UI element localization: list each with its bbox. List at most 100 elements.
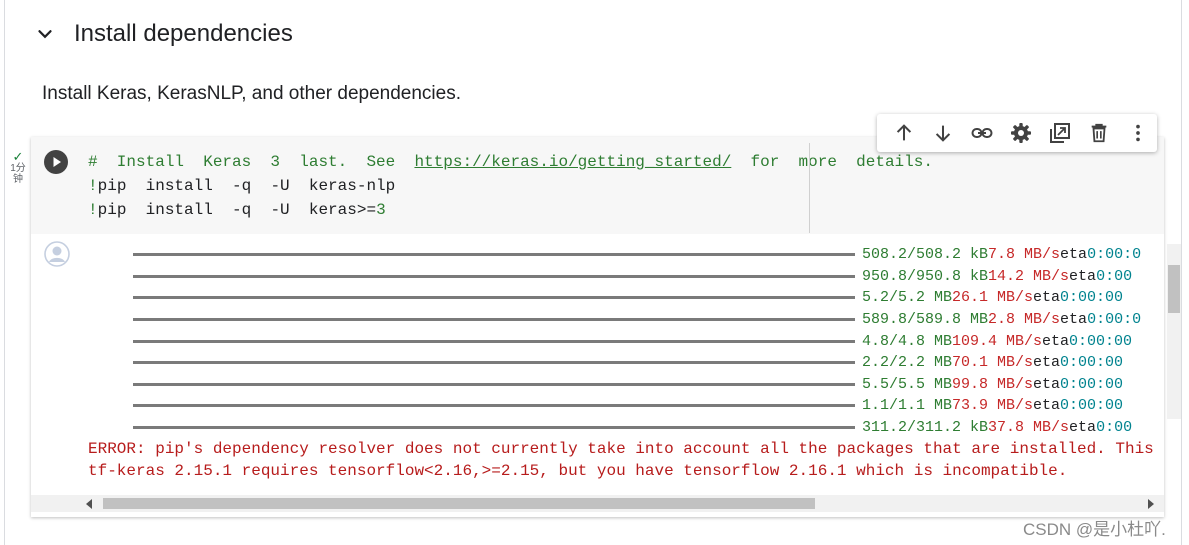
code-cell[interactable]: # Install Keras 3 last. See https://kera…	[31, 137, 1164, 517]
vertical-scroll-thumb[interactable]	[1168, 265, 1180, 313]
trash-icon	[1091, 123, 1107, 143]
mirror-cell-icon	[1049, 123, 1070, 143]
progress-bar	[133, 296, 855, 300]
eta-label: eta	[1060, 246, 1088, 264]
download-size: 2.2/2.2 MB	[862, 354, 953, 372]
progress-row: 311.2/311.2 kB 37.8 MB/s eta 0:00	[133, 417, 1141, 439]
check-icon: ✓	[12, 149, 24, 164]
execution-status: ✓ 1分 钟	[7, 150, 29, 185]
eta-time: 0:00:00	[1060, 375, 1124, 393]
progress-row: 508.2/508.2 kB 7.8 MB/s eta 0:00:0	[133, 244, 1141, 266]
eta-label: eta	[1042, 332, 1070, 350]
gear-icon	[1011, 123, 1031, 143]
code-number: 3	[376, 201, 386, 219]
eta-label: eta	[1069, 267, 1097, 285]
move-down-button[interactable]	[924, 114, 963, 152]
exec-time-line2: 钟	[13, 174, 23, 185]
cell-toolbar	[877, 114, 1157, 152]
mirror-cell-button[interactable]	[1040, 114, 1079, 152]
code-line-2: pip install -q -U keras-nlp	[97, 177, 396, 195]
arrow-up-icon	[897, 124, 912, 141]
exec-time-line1: 1分	[10, 163, 26, 174]
code-text[interactable]: # Install Keras 3 last. See https://kera…	[88, 150, 933, 222]
download-size: 4.8/4.8 MB	[862, 332, 953, 350]
download-rate: 73.9 MB/s	[952, 397, 1034, 415]
scroll-left-icon[interactable]	[86, 499, 92, 509]
download-rate: 14.2 MB/s	[988, 267, 1070, 285]
progress-row: 589.8/589.8 MB 2.8 MB/s eta 0:00:0	[133, 309, 1141, 331]
eta-time: 0:00	[1096, 267, 1133, 285]
csdn-watermark: CSDN @是小杜吖.	[1023, 520, 1166, 539]
download-size: 5.5/5.5 MB	[862, 375, 953, 393]
progress-bar	[133, 361, 855, 365]
more-actions-button[interactable]	[1118, 114, 1157, 152]
delete-button[interactable]	[1079, 114, 1118, 152]
progress-row: 5.2/5.2 MB 26.1 MB/s eta 0:00:00	[133, 287, 1141, 309]
progress-list: 508.2/508.2 kB 7.8 MB/s eta 0:00:0 950.8/…	[133, 244, 1141, 438]
download-rate: 7.8 MB/s	[988, 246, 1061, 264]
download-rate: 99.8 MB/s	[952, 375, 1034, 393]
download-size: 5.2/5.2 MB	[862, 289, 953, 307]
eta-label: eta	[1060, 311, 1088, 329]
move-up-button[interactable]	[885, 114, 924, 152]
copy-link-button[interactable]	[963, 114, 1002, 152]
error-line-2: tf-keras 2.15.1 requires tensorflow<2.16…	[88, 462, 1068, 480]
scroll-right-icon[interactable]	[1148, 499, 1154, 509]
progress-row: 950.8/950.8 kB 14.2 MB/s eta 0:00	[133, 266, 1141, 288]
section-header: Install dependencies	[34, 20, 293, 48]
code-line-3: pip install -q -U keras>=	[97, 201, 377, 219]
section-description: Install Keras, KerasNLP, and other depen…	[42, 83, 461, 104]
eta-time: 0:00:0	[1087, 246, 1142, 264]
progress-bar	[133, 404, 855, 408]
run-button[interactable]	[44, 150, 68, 174]
horizontal-scroll-thumb[interactable]	[103, 498, 815, 509]
cell-output: 508.2/508.2 kB 7.8 MB/s eta 0:00:0 950.8/…	[31, 234, 1164, 517]
eta-time: 0:00	[1096, 419, 1133, 437]
eta-label: eta	[1033, 375, 1061, 393]
eta-label: eta	[1069, 419, 1097, 437]
arrow-down-icon	[936, 125, 951, 142]
download-rate: 2.8 MB/s	[988, 311, 1061, 329]
progress-bar	[133, 274, 855, 278]
download-size: 1.1/1.1 MB	[862, 397, 953, 415]
section-title: Install dependencies	[74, 20, 293, 47]
download-size: 508.2/508.2 kB	[862, 246, 989, 264]
output-avatar-icon[interactable]	[44, 241, 70, 267]
eta-time: 0:00:00	[1060, 397, 1124, 415]
download-rate: 26.1 MB/s	[952, 289, 1034, 307]
eta-label: eta	[1033, 289, 1061, 307]
progress-bar	[133, 339, 855, 343]
more-vert-icon	[1135, 124, 1140, 142]
error-output: ERROR: pip's dependency resolver does no…	[88, 438, 1164, 482]
progress-row: 4.8/4.8 MB 109.4 MB/s eta 0:00:00	[133, 330, 1141, 352]
ruler-line	[809, 143, 810, 233]
chevron-down-icon[interactable]	[34, 23, 56, 45]
progress-row: 5.5/5.5 MB 99.8 MB/s eta 0:00:00	[133, 374, 1141, 396]
download-size: 950.8/950.8 kB	[862, 267, 989, 285]
progress-bar	[133, 382, 855, 386]
horizontal-scrollbar[interactable]	[31, 495, 1164, 512]
eta-time: 0:00:0	[1087, 311, 1142, 329]
play-icon	[53, 157, 61, 167]
download-rate: 70.1 MB/s	[952, 354, 1034, 372]
code-comment-start: # Install Keras 3 last. See	[88, 153, 415, 171]
eta-time: 0:00:00	[1060, 354, 1124, 372]
progress-bar	[133, 318, 855, 322]
docs-link[interactable]: https://keras.io/getting_started/	[414, 153, 731, 171]
progress-bar	[133, 426, 855, 430]
download-rate: 37.8 MB/s	[988, 419, 1070, 437]
progress-row: 1.1/1.1 MB 73.9 MB/s eta 0:00:00	[133, 395, 1141, 417]
shell-bang: !	[88, 201, 98, 219]
eta-time: 0:00:00	[1069, 332, 1133, 350]
progress-bar	[133, 253, 855, 257]
error-line-1: ERROR: pip's dependency resolver does no…	[88, 440, 1164, 458]
eta-label: eta	[1033, 397, 1061, 415]
eta-label: eta	[1033, 354, 1061, 372]
eta-time: 0:00:00	[1060, 289, 1124, 307]
download-size: 589.8/589.8 MB	[862, 311, 989, 329]
link-icon	[971, 128, 993, 138]
code-comment-end: for more details.	[731, 153, 933, 171]
download-size: 311.2/311.2 kB	[862, 419, 989, 437]
shell-bang: !	[88, 177, 98, 195]
settings-button[interactable]	[1002, 114, 1041, 152]
